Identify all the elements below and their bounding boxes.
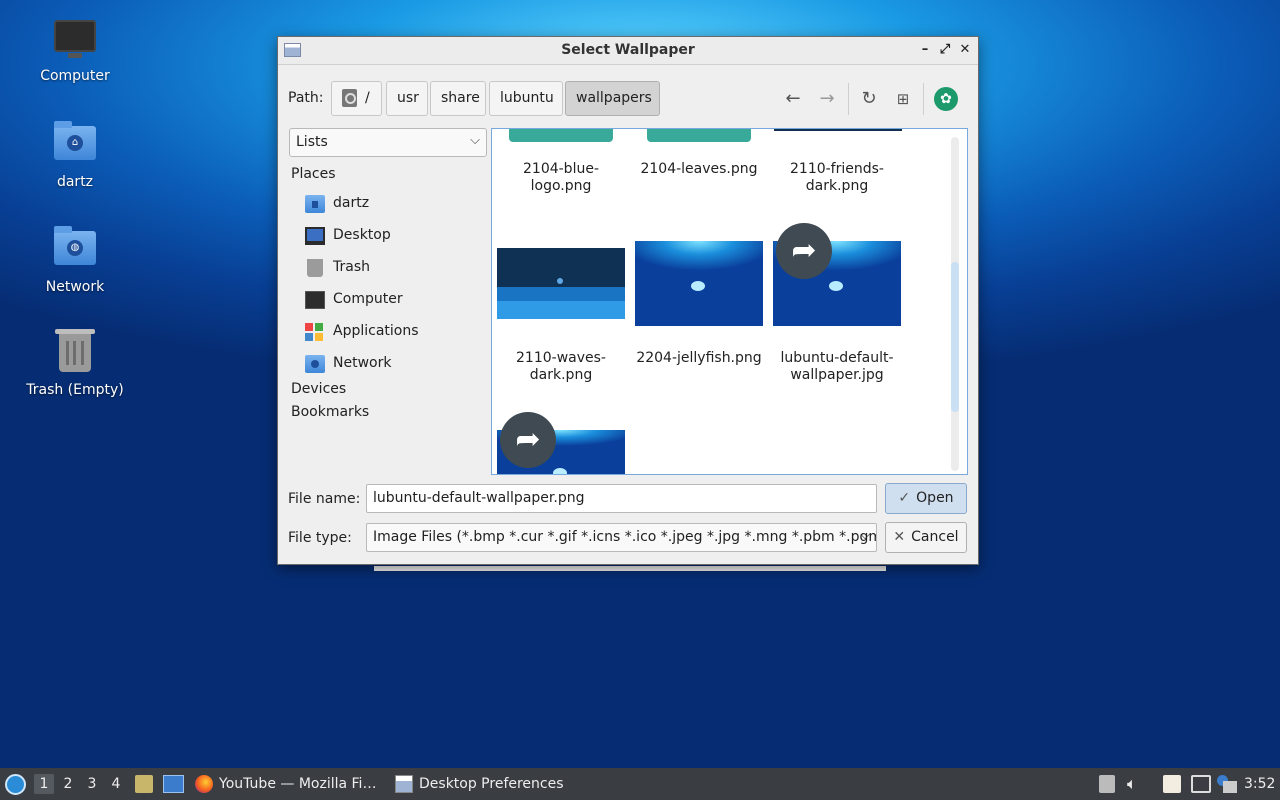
- home-folder-icon: ⌂: [53, 121, 97, 170]
- background-window-edge: [374, 566, 886, 571]
- minimize-button[interactable]: –: [916, 41, 934, 59]
- desktop-icon-label: dartz: [56, 174, 94, 190]
- open-button[interactable]: ✓ Open: [885, 483, 967, 514]
- workspace-1[interactable]: 1: [34, 774, 54, 794]
- file-type-label: File type:: [288, 530, 352, 546]
- file-name-label: File name:: [288, 491, 361, 507]
- sidebar-item-desktop[interactable]: Desktop: [305, 225, 485, 249]
- network-folder-icon: [305, 355, 325, 373]
- devices-header[interactable]: Devices: [291, 381, 346, 397]
- symlink-arrow-icon: ➦: [500, 412, 556, 468]
- taskbar: 1 2 3 4 YouTube — Mozilla Fi… Desktop Pr…: [0, 768, 1280, 800]
- workspace-3[interactable]: 3: [82, 774, 102, 794]
- breadcrumb-usr[interactable]: usr: [386, 81, 428, 116]
- vertical-scrollbar[interactable]: [951, 137, 959, 471]
- update-notifier-icon[interactable]: [1099, 775, 1115, 793]
- sidebar-item-trash[interactable]: Trash: [305, 257, 485, 281]
- breadcrumb-lubuntu[interactable]: lubuntu: [489, 81, 563, 116]
- path-label: Path:: [288, 90, 324, 106]
- file-name-input[interactable]: lubuntu-default-wallpaper.png: [366, 484, 877, 513]
- file-name-2110-waves-dark[interactable]: 2110-waves-dark.png: [492, 350, 630, 384]
- desktop-icon: [305, 227, 325, 245]
- back-arrow-icon[interactable]: ←: [781, 87, 805, 111]
- window-icon: [395, 775, 413, 793]
- network-folder-icon: ◍: [53, 226, 97, 275]
- desktop-icon-label: Trash (Empty): [26, 382, 124, 398]
- desktop-icon-label: Network: [45, 279, 105, 295]
- task-firefox[interactable]: YouTube — Mozilla Fi…: [195, 768, 376, 800]
- share-icon[interactable]: ✿: [934, 87, 958, 111]
- select-wallpaper-dialog: Select Wallpaper – ⤢ ✕ Path: / usr share…: [277, 36, 979, 565]
- computer-icon: [53, 20, 97, 64]
- sidebar: Lists ⌵ Places dartz Desktop Trash Compu…: [289, 128, 487, 474]
- maximize-button[interactable]: ⤢: [936, 41, 954, 59]
- applications-icon: [305, 323, 325, 341]
- reload-icon[interactable]: ↻: [857, 87, 881, 111]
- file-name-2104-blue-logo[interactable]: 2104-blue-logo.png: [492, 161, 630, 195]
- workspace-4[interactable]: 4: [106, 774, 126, 794]
- file-thumbnail-2204-jellyfish[interactable]: [635, 241, 763, 326]
- network-icon[interactable]: [1191, 775, 1211, 793]
- clock[interactable]: 3:52: [1244, 768, 1275, 800]
- close-icon: ✕: [893, 529, 906, 545]
- toolbar-separator: [923, 83, 924, 115]
- sidebar-item-computer[interactable]: Computer: [305, 289, 485, 313]
- desktop-home-folder[interactable]: ⌂ dartz: [15, 120, 135, 190]
- breadcrumb-share[interactable]: share: [430, 81, 486, 116]
- desktop-network-folder[interactable]: ◍ Network: [15, 225, 135, 295]
- file-type-select[interactable]: Image Files (*.bmp *.cur *.gif *.icns *.…: [366, 523, 877, 552]
- file-name-lubuntu-default-wallpaper[interactable]: lubuntu-default-wallpaper.jpg: [768, 350, 906, 384]
- cancel-button[interactable]: ✕ Cancel: [885, 522, 967, 553]
- task-desktop-preferences[interactable]: Desktop Preferences: [395, 768, 564, 800]
- places-header[interactable]: Places: [291, 166, 336, 182]
- chevron-down-icon: ⌵: [470, 133, 480, 148]
- toolbar-separator: [848, 83, 849, 115]
- show-desktop-icon[interactable]: [163, 775, 184, 793]
- checkmark-icon: ✓: [898, 490, 911, 506]
- computer-icon: [305, 291, 325, 309]
- desktop-trash[interactable]: Trash (Empty): [15, 329, 135, 398]
- file-name-2104-leaves[interactable]: 2104-leaves.png: [630, 161, 768, 178]
- file-name-2110-friends-dark[interactable]: 2110-friends-dark.png: [768, 161, 906, 195]
- bookmarks-header[interactable]: Bookmarks: [291, 404, 369, 420]
- notification-icon[interactable]: [1217, 775, 1237, 793]
- view-mode-select[interactable]: Lists ⌵: [289, 128, 487, 157]
- sidebar-item-network[interactable]: Network: [305, 353, 485, 377]
- close-button[interactable]: ✕: [956, 41, 974, 59]
- volume-icon[interactable]: 🔈︎: [1127, 775, 1145, 793]
- scrollbar-handle[interactable]: [951, 262, 959, 412]
- chevron-down-icon: ⌵: [860, 528, 870, 543]
- home-folder-icon: [305, 195, 325, 213]
- desktop-icon-label: Computer: [40, 68, 110, 84]
- start-menu-icon[interactable]: [5, 774, 26, 795]
- sidebar-item-dartz[interactable]: dartz: [305, 193, 485, 217]
- breadcrumb-wallpapers[interactable]: wallpapers: [565, 81, 660, 116]
- drive-icon: [342, 89, 357, 107]
- file-thumbnail-2110-waves-dark[interactable]: [497, 248, 625, 319]
- file-name-2204-jellyfish[interactable]: 2204-jellyfish.png: [630, 350, 768, 367]
- new-folder-icon[interactable]: ⊞: [891, 87, 915, 111]
- file-thumbnail[interactable]: [647, 129, 751, 142]
- file-manager-icon[interactable]: [135, 775, 153, 793]
- file-thumbnail[interactable]: [509, 129, 613, 142]
- desktop-computer-icon[interactable]: Computer: [15, 14, 135, 84]
- title-bar[interactable]: Select Wallpaper – ⤢ ✕: [278, 37, 978, 65]
- file-grid[interactable]: 2104-blue-logo.png 2104-leaves.png 2110-…: [491, 128, 968, 475]
- dialog-title: Select Wallpaper: [561, 42, 695, 58]
- file-thumbnail[interactable]: [774, 129, 902, 131]
- forward-arrow-icon[interactable]: →: [815, 87, 839, 111]
- path-bar: Path: / usr share lubuntu wallpapers ← →…: [278, 79, 978, 117]
- symlink-arrow-icon: ➦: [776, 223, 832, 279]
- clipboard-icon[interactable]: [1163, 775, 1181, 793]
- trash-icon: [307, 259, 323, 277]
- breadcrumb-root[interactable]: /: [331, 81, 382, 116]
- sidebar-item-applications[interactable]: Applications: [305, 321, 485, 345]
- trash-icon: [53, 329, 97, 378]
- firefox-icon: [195, 775, 213, 793]
- workspace-2[interactable]: 2: [58, 774, 78, 794]
